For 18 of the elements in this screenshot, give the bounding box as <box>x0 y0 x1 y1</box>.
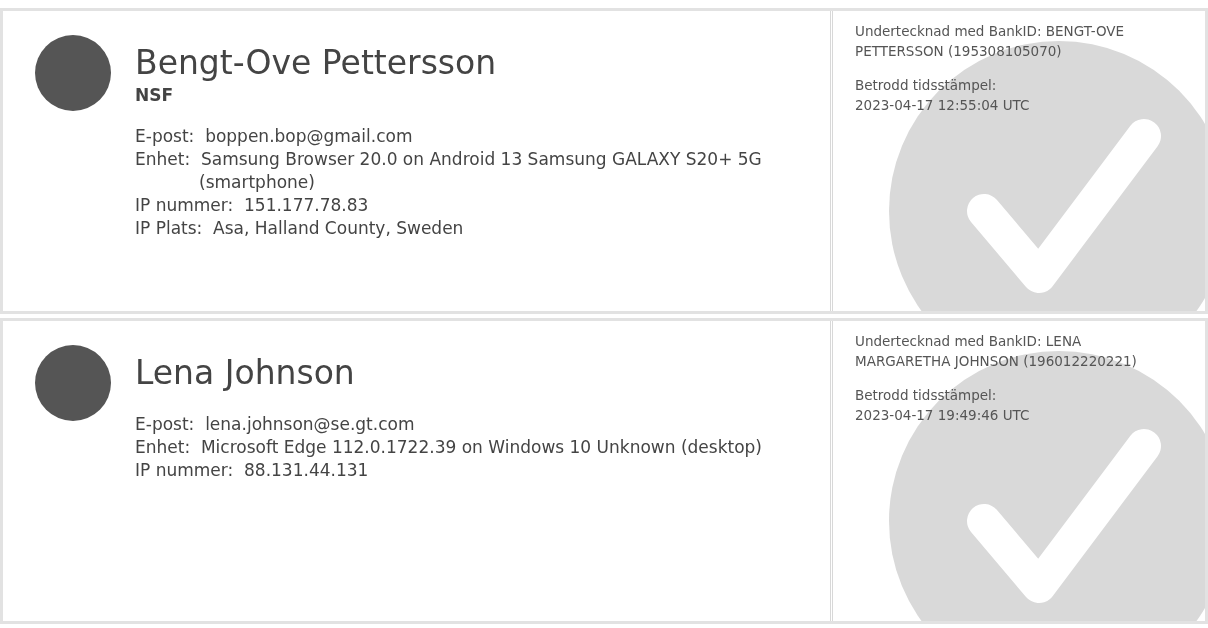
timestamp-label: Betrodd tidsstämpel: <box>855 76 998 95</box>
bankid-signature-text: Undertecknad med BankID: BENGT-OVE PETTERSSON (195308105070) <box>855 22 1126 61</box>
detail-line: Enhet: Samsung Browser 20.0 on Android 13 Samsung GALAXY S20+ 5G (smartphone) <box>135 148 763 194</box>
avatar-icon <box>35 345 111 421</box>
detail-line: E-post: boppen.bop@gmail.com <box>135 125 414 148</box>
detail-line: IP nummer: 88.131.44.131 <box>135 459 370 482</box>
signer-organization: NSF <box>135 85 175 105</box>
bankid-signature-text: Undertecknad med BankID: LENA MARGARETHA JOHNSON (196012220221) <box>855 332 1138 371</box>
detail-line: E-post: lena.johnson@se.gt.com <box>135 413 416 436</box>
detail-line: IP nummer: 151.177.78.83 <box>135 194 370 217</box>
signer-name: Bengt-Ove Pettersson <box>135 43 498 83</box>
detail-line: Enhet: Microsoft Edge 112.0.1722.39 on Windows 10 Unknown (desktop) <box>135 436 762 459</box>
timestamp-value: 2023-04-17 19:49:46 UTC <box>855 406 1031 425</box>
signer-name: Lena Johnson <box>135 353 356 393</box>
detail-line: IP Plats: Asa, Halland County, Sweden <box>135 217 465 240</box>
avatar-icon <box>35 35 111 111</box>
timestamp-label: Betrodd tidsstämpel: <box>855 386 998 405</box>
timestamp-value: 2023-04-17 12:55:04 UTC <box>855 96 1031 115</box>
